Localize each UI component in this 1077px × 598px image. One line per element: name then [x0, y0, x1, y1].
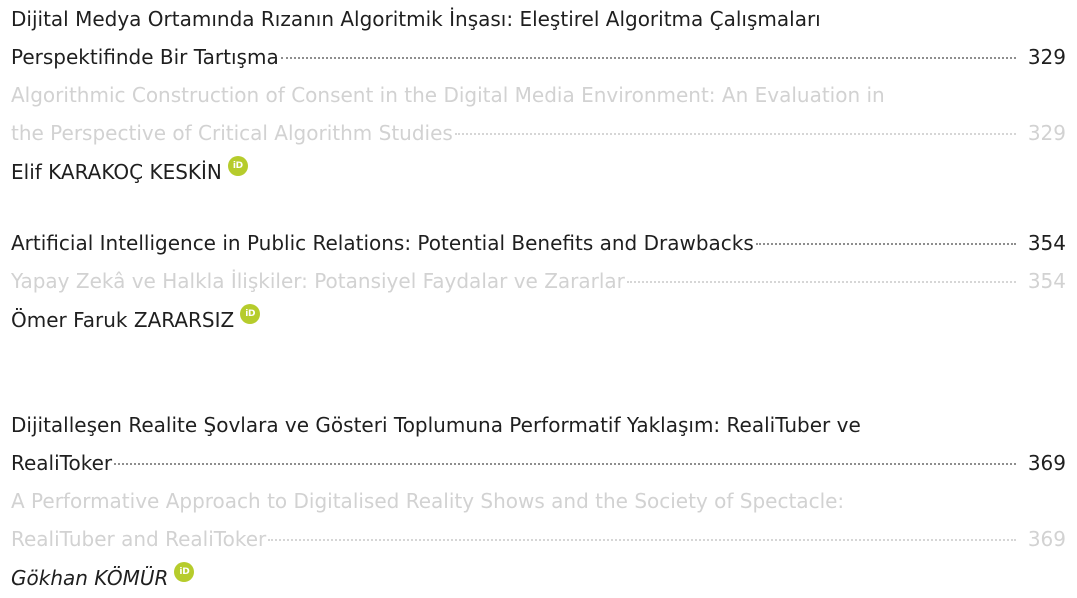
orcid-icon[interactable]: iD: [174, 562, 195, 582]
author-name: Ömer Faruk ZARARSIZ iD: [11, 300, 1066, 340]
page-number[interactable]: 329: [1028, 38, 1066, 76]
entry-translation-text: Algorithmic Construction of Consent in t…: [11, 83, 885, 107]
entry-translation-line[interactable]: Yapay Zekâ ve Halkla İlişkiler: Potansiy…: [11, 262, 1066, 300]
page-number[interactable]: 329: [1028, 114, 1066, 152]
entry-title-line[interactable]: Perspektifinde Bir Tartışma 329: [11, 38, 1066, 76]
entry-title-line[interactable]: RealiToker 369: [11, 444, 1066, 482]
author-name: Elif KARAKOÇ KESKİN iD: [11, 152, 1066, 192]
entry-translation-text[interactable]: RealiTuber and RealiToker: [11, 520, 266, 558]
entry-title-text: Dijital Medya Ortamında Rızanın Algoritm…: [11, 7, 821, 31]
entry-translation-line[interactable]: RealiTuber and RealiToker 369: [11, 520, 1066, 558]
table-of-contents: Dijital Medya Ortamında Rızanın Algoritm…: [0, 0, 1077, 592]
entry-translation-text: A Performative Approach to Digitalised R…: [11, 489, 845, 513]
orcid-icon[interactable]: iD: [240, 304, 261, 324]
entry-title-text[interactable]: Perspektifinde Bir Tartışma: [11, 38, 279, 76]
dot-leader: [626, 281, 1016, 283]
entry-title-text[interactable]: Artificial Intelligence in Public Relati…: [11, 224, 754, 262]
dot-leader: [280, 57, 1016, 59]
author-name-text: Gökhan KÖMÜR: [11, 566, 169, 590]
page-number[interactable]: 369: [1028, 444, 1066, 482]
entry-title-text[interactable]: RealiToker: [11, 444, 112, 482]
entry-translation-text[interactable]: Yapay Zekâ ve Halkla İlişkiler: Potansiy…: [11, 262, 625, 300]
dot-leader: [114, 463, 1016, 465]
entry-title-text: Dijitalleşen Realite Şovlara ve Gösteri …: [11, 413, 861, 437]
orcid-icon[interactable]: iD: [227, 156, 248, 176]
toc-entry: Artificial Intelligence in Public Relati…: [11, 224, 1066, 340]
author-name-text: Ömer Faruk ZARARSIZ: [11, 308, 235, 332]
entry-title-line: Dijitalleşen Realite Şovlara ve Gösteri …: [11, 406, 1066, 444]
author-name-text: Elif KARAKOÇ KESKİN: [11, 160, 222, 184]
page-number[interactable]: 354: [1028, 262, 1066, 300]
entry-translation-line: Algorithmic Construction of Consent in t…: [11, 76, 1066, 114]
entry-title-line: Dijital Medya Ortamında Rızanın Algoritm…: [11, 0, 1066, 38]
dot-leader: [454, 133, 1016, 135]
entry-title-line[interactable]: Artificial Intelligence in Public Relati…: [11, 224, 1066, 262]
page-number[interactable]: 354: [1028, 224, 1066, 262]
entry-translation-line: A Performative Approach to Digitalised R…: [11, 482, 1066, 520]
toc-entry: Dijital Medya Ortamında Rızanın Algoritm…: [11, 0, 1066, 192]
author-name: Gökhan KÖMÜR iD: [11, 558, 1066, 598]
dot-leader: [755, 243, 1016, 245]
dot-leader: [268, 539, 1016, 541]
page-number[interactable]: 369: [1028, 520, 1066, 558]
entry-translation-line[interactable]: the Perspective of Critical Algorithm St…: [11, 114, 1066, 152]
toc-entry: Dijitalleşen Realite Şovlara ve Gösteri …: [11, 406, 1066, 598]
